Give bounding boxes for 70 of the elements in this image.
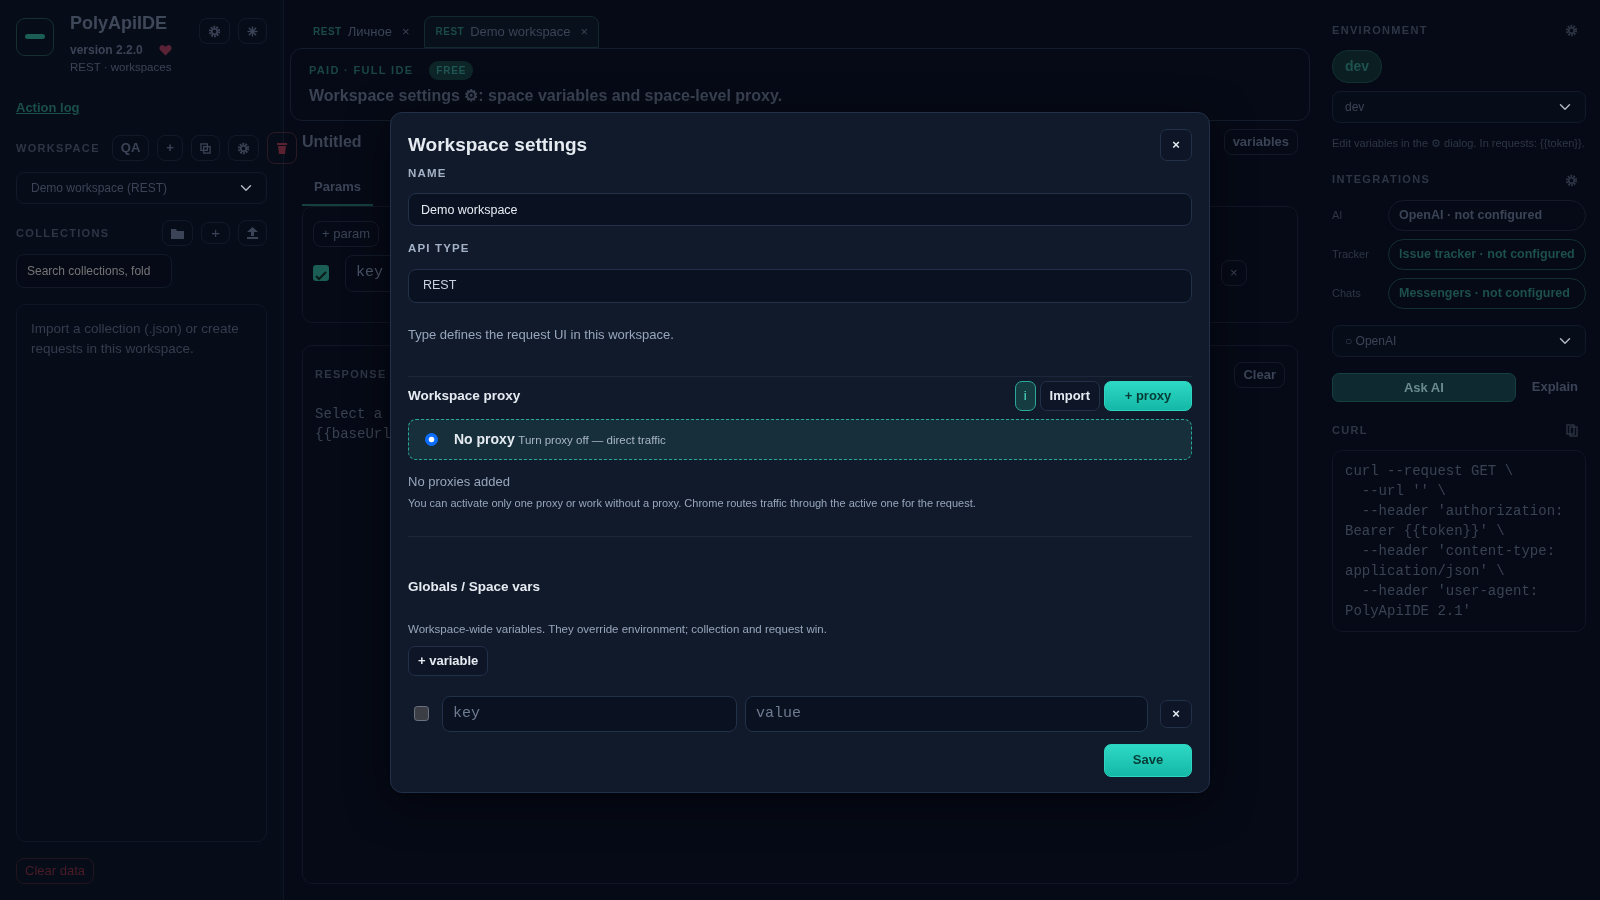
settings-button[interactable] bbox=[227, 134, 259, 161]
folder-button[interactable] bbox=[162, 219, 194, 246]
workspace-badge-button[interactable]: QA bbox=[111, 134, 150, 161]
add-proxy-button[interactable]: + proxy bbox=[1104, 381, 1192, 411]
gear-icon bbox=[208, 25, 221, 39]
environment-select[interactable]: dev bbox=[1332, 91, 1586, 123]
gear-icon bbox=[1565, 24, 1578, 38]
import-button[interactable]: Import bbox=[1039, 381, 1100, 411]
key-field[interactable]: key bbox=[442, 695, 737, 732]
theme-button[interactable] bbox=[238, 18, 267, 44]
remove-button[interactable]: × bbox=[1221, 260, 1247, 287]
api-type-select[interactable]: REST bbox=[408, 268, 1192, 303]
add-button[interactable]: + bbox=[201, 221, 230, 244]
add-variable-button[interactable]: + variable bbox=[408, 646, 489, 676]
dialog-title: Workspace settings bbox=[408, 132, 588, 157]
banner-eyebrow: PAID · FULL IDE bbox=[309, 62, 414, 78]
description-text: Workspace-wide variables. They override environment; collection and request win. bbox=[408, 621, 828, 637]
tab[interactable]: Params bbox=[302, 168, 373, 206]
save-button[interactable]: Save bbox=[1104, 743, 1192, 777]
value-field[interactable]: value bbox=[745, 695, 1148, 732]
radio-button[interactable] bbox=[425, 432, 438, 446]
settings-button[interactable] bbox=[199, 18, 230, 44]
variables-button[interactable]: variables bbox=[1223, 128, 1298, 155]
search-field[interactable]: Search collections, fold bbox=[16, 253, 172, 288]
subtitle: REST · workspaces bbox=[70, 60, 173, 75]
workspace-select[interactable]: Demo workspace (REST) bbox=[16, 171, 267, 204]
copy-icon bbox=[1566, 424, 1578, 438]
section-title: Globals / Space vars bbox=[408, 577, 542, 596]
field-label: NAME bbox=[408, 166, 448, 181]
provider-select[interactable]: ○ OpenAI bbox=[1332, 324, 1586, 357]
explain-button[interactable]: Explain bbox=[1523, 372, 1586, 402]
banner-text: Workspace settings ⚙: space variables and space-level proxy. bbox=[309, 85, 784, 106]
action-log-link[interactable]: Action log bbox=[16, 98, 80, 118]
name-field[interactable]: Demo workspace bbox=[408, 193, 1192, 227]
version-label: version 2.2.0 bbox=[70, 42, 143, 59]
folder-icon bbox=[171, 227, 185, 239]
proxy-option[interactable]: No proxy Turn proxy off — direct traffic bbox=[408, 418, 1192, 460]
checkbox[interactable] bbox=[313, 265, 329, 282]
duplicate-button[interactable] bbox=[190, 134, 220, 161]
clear-button[interactable]: Clear bbox=[1234, 361, 1285, 388]
empty-message: No proxies added bbox=[408, 472, 511, 491]
note-text: You can activate only one proxy or work without a proxy. Chrome routes traffic through the active one for the request. bbox=[408, 496, 977, 511]
tab[interactable]: REST Demo workspace × bbox=[424, 16, 600, 48]
heart-icon bbox=[158, 44, 172, 56]
info-button[interactable]: i bbox=[1014, 381, 1036, 411]
hint-text: Type defines the request UI in this workspace. bbox=[408, 325, 675, 344]
gear-icon bbox=[1565, 173, 1578, 187]
sun-icon bbox=[247, 26, 258, 38]
remove-button[interactable]: × bbox=[1160, 699, 1192, 728]
curl-code: curl --request GET \ --url '' \ --header 'authorization: Bearer {{token}}' \ --header 'content-type: application/json' \ --header 'user-agent: PolyApiIDE 2.1' bbox=[1345, 462, 1565, 621]
delete-button[interactable] bbox=[266, 131, 297, 164]
gear-icon bbox=[236, 141, 250, 155]
tab[interactable]: REST Личное × bbox=[302, 16, 421, 48]
clear-data-button[interactable]: Clear data bbox=[16, 858, 94, 884]
upload-icon bbox=[247, 227, 258, 240]
add-param-button[interactable]: + param bbox=[313, 221, 380, 247]
app-name: PolyApiIDE bbox=[70, 12, 168, 35]
close-button[interactable]: × bbox=[1160, 129, 1192, 161]
upload-button[interactable] bbox=[238, 219, 267, 246]
response-text: {{baseUrl bbox=[315, 424, 391, 444]
app-logo bbox=[16, 18, 54, 56]
copy-icon bbox=[199, 142, 211, 154]
option-text: No proxy Turn proxy off — direct traffic bbox=[454, 429, 666, 449]
request-title: Untitled bbox=[302, 131, 362, 152]
trash-icon bbox=[276, 142, 287, 155]
ask-ai-button[interactable]: Ask AI bbox=[1332, 372, 1516, 402]
checkbox[interactable] bbox=[413, 706, 429, 721]
section-title: Workspace proxy bbox=[408, 386, 521, 405]
add-button[interactable]: + bbox=[157, 134, 183, 161]
field-label: API TYPE bbox=[408, 241, 471, 257]
